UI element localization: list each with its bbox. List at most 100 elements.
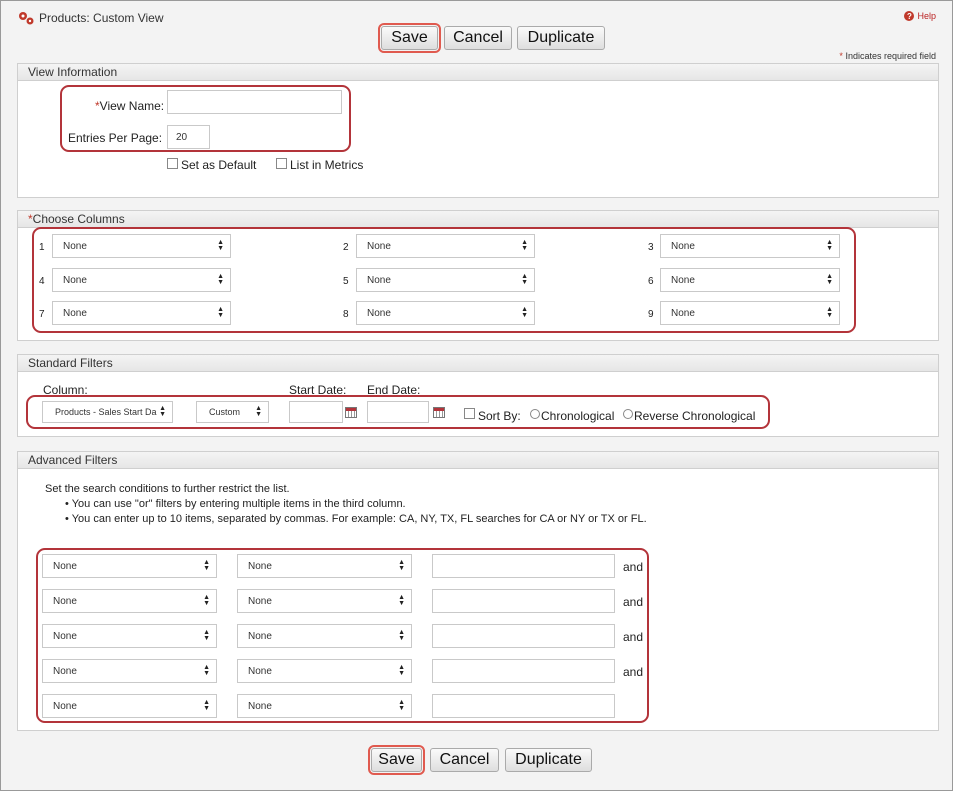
select-arrows-icon: ▲ ▼: [398, 699, 405, 712]
column-select-6[interactable]: None ▲ ▼: [660, 268, 840, 292]
column-select-value: None: [367, 274, 391, 286]
cancel-button-bottom[interactable]: Cancel: [430, 748, 499, 772]
advanced-filters-tip-2: • You can enter up to 10 items, separate…: [65, 513, 647, 525]
select-arrows-icon: ▲ ▼: [217, 306, 224, 319]
chronological-radio[interactable]: [530, 409, 540, 419]
select-arrows-icon: ▲ ▼: [217, 273, 224, 286]
filter-value-input[interactable]: [432, 589, 615, 613]
tip-text: You can use "or" filters by entering mul…: [71, 498, 406, 510]
column-filter-value: Products - Sales Start Da: [55, 407, 157, 417]
save-button-bottom[interactable]: Save: [368, 745, 425, 775]
filter-field-value: None: [53, 700, 77, 712]
column-select-5[interactable]: None ▲ ▼: [356, 268, 535, 292]
start-date-input[interactable]: [289, 401, 343, 423]
column-select-4[interactable]: None ▲ ▼: [52, 268, 231, 292]
column-select-value: None: [63, 307, 87, 319]
page-header: Products: Custom View: [17, 10, 164, 26]
view-name-input[interactable]: [167, 90, 342, 114]
select-arrows-icon: ▲ ▼: [521, 306, 528, 319]
column-select-value: None: [671, 240, 695, 252]
reverse-chronological-radio[interactable]: [623, 409, 633, 419]
duplicate-button-top[interactable]: Duplicate: [517, 26, 605, 50]
filter-value-input[interactable]: [432, 554, 615, 578]
filter-field-select[interactable]: None ▲ ▼: [42, 694, 217, 718]
column-number: 7: [39, 309, 45, 320]
column-select-3[interactable]: None ▲ ▼: [660, 234, 840, 258]
filter-operator-select[interactable]: None ▲ ▼: [237, 554, 412, 578]
column-select-value: None: [671, 307, 695, 319]
filter-operator-select[interactable]: None ▲ ▼: [237, 694, 412, 718]
filter-value-input[interactable]: [432, 624, 615, 648]
required-note: * Indicates required field: [839, 51, 936, 61]
reverse-chronological-label: Reverse Chronological: [634, 409, 756, 423]
sort-by-label: Sort By:: [478, 409, 521, 423]
tip-text: You can enter up to 10 items, separated …: [71, 513, 647, 525]
filter-operator-select[interactable]: None ▲ ▼: [237, 659, 412, 683]
filter-value-input[interactable]: [432, 694, 615, 718]
select-arrows-icon: ▲ ▼: [203, 594, 210, 607]
filter-field-select[interactable]: None ▲ ▼: [42, 589, 217, 613]
cancel-button-top[interactable]: Cancel: [444, 26, 512, 50]
column-select-value: None: [367, 307, 391, 319]
column-number: 6: [648, 276, 654, 287]
column-number: 4: [39, 276, 45, 287]
column-number: 3: [648, 242, 654, 253]
column-select-1[interactable]: None ▲ ▼: [52, 234, 231, 258]
select-arrows-icon: ▲ ▼: [203, 664, 210, 677]
select-arrows-icon: ▲ ▼: [203, 699, 210, 712]
custom-view-window: Products: Custom View ? Help * Indicates…: [0, 0, 953, 791]
page-title: Products: Custom View: [39, 11, 164, 25]
and-label: and: [623, 630, 644, 644]
select-arrows-icon: ▲ ▼: [398, 664, 405, 677]
help-icon: ?: [904, 11, 915, 21]
filter-field-select[interactable]: None ▲ ▼: [42, 624, 217, 648]
advanced-filters-heading: Advanced Filters: [18, 452, 938, 469]
view-information-heading: View Information: [18, 64, 938, 81]
calendar-icon[interactable]: [433, 407, 445, 418]
list-in-metrics-label: List in Metrics: [290, 158, 364, 172]
advanced-filters-intro: Set the search conditions to further res…: [45, 483, 290, 495]
set-default-label: Set as Default: [181, 158, 257, 172]
column-select-value: None: [367, 240, 391, 252]
filter-value-input[interactable]: [432, 659, 615, 683]
help-link[interactable]: ? Help: [904, 11, 936, 21]
column-select-value: None: [63, 240, 87, 252]
filter-operator-value: None: [248, 560, 272, 572]
duplicate-button-bottom[interactable]: Duplicate: [505, 748, 592, 772]
filter-operator-value: None: [248, 700, 272, 712]
select-arrows-icon: ▲ ▼: [521, 273, 528, 286]
filter-field-select[interactable]: None ▲ ▼: [42, 554, 217, 578]
column-number: 9: [648, 309, 654, 320]
sort-by-checkbox[interactable]: [464, 408, 475, 419]
filter-operator-select[interactable]: None ▲ ▼: [237, 589, 412, 613]
filter-field-value: None: [53, 665, 77, 677]
end-date-input[interactable]: [367, 401, 429, 423]
date-range-select[interactable]: Custom ▲ ▼: [196, 401, 269, 423]
column-select-8[interactable]: None ▲ ▼: [356, 301, 535, 325]
filter-field-select[interactable]: None ▲ ▼: [42, 659, 217, 683]
select-arrows-icon: ▲ ▼: [159, 405, 166, 418]
and-label: and: [623, 665, 644, 679]
list-in-metrics-checkbox[interactable]: [276, 158, 287, 169]
filter-field-value: None: [53, 560, 77, 572]
column-number: 1: [39, 242, 45, 253]
select-arrows-icon: ▲ ▼: [826, 239, 833, 252]
set-default-checkbox[interactable]: [167, 158, 178, 169]
column-number: 8: [343, 309, 349, 320]
column-select-2[interactable]: None ▲ ▼: [356, 234, 535, 258]
date-range-value: Custom: [209, 407, 241, 417]
column-number: 5: [343, 276, 349, 287]
column-label: Column:: [43, 383, 88, 397]
save-button-top[interactable]: Save: [378, 23, 441, 53]
view-name-label-text: View Name:: [99, 99, 165, 113]
column-select-9[interactable]: None ▲ ▼: [660, 301, 840, 325]
chronological-label: Chronological: [541, 409, 615, 423]
calendar-icon[interactable]: [345, 407, 357, 418]
and-label: and: [623, 560, 644, 574]
column-select-7[interactable]: None ▲ ▼: [52, 301, 231, 325]
column-filter-select[interactable]: Products - Sales Start Da ▲ ▼: [42, 401, 173, 423]
select-arrows-icon: ▲ ▼: [217, 239, 224, 252]
entries-per-page-input[interactable]: 20: [167, 125, 210, 149]
filter-operator-select[interactable]: None ▲ ▼: [237, 624, 412, 648]
filter-field-value: None: [53, 630, 77, 642]
